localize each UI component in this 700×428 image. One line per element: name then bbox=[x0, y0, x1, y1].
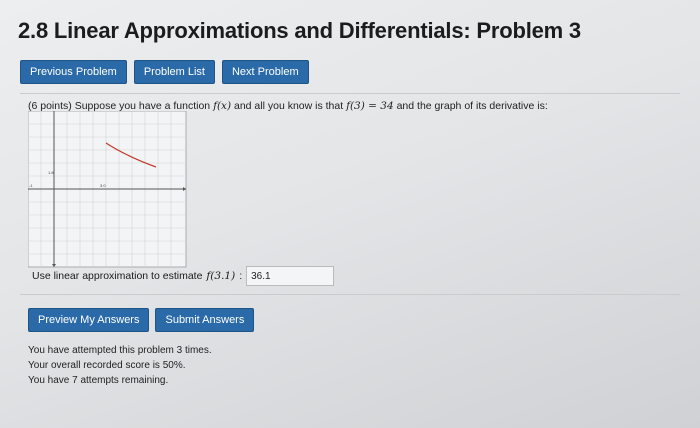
answer-input[interactable] bbox=[246, 266, 335, 286]
page-title: 2.8 Linear Approximations and Differenti… bbox=[18, 18, 581, 43]
previous-problem-button[interactable]: Previous Problem bbox=[20, 60, 127, 84]
derivative-graph: 1.8 3.0 -1 bbox=[28, 111, 187, 268]
statement-text-3: and the graph of its derivative is: bbox=[396, 100, 548, 112]
answer-prompt: Use linear approximation to estimate bbox=[32, 270, 203, 282]
answer-row: Use linear approximation to estimate f(3… bbox=[32, 266, 335, 286]
submit-answers-button[interactable]: Submit Answers bbox=[155, 308, 255, 332]
answer-actions: Preview My Answers Submit Answers bbox=[28, 308, 255, 332]
problem-list-button[interactable]: Problem List bbox=[133, 60, 215, 84]
attempts-used-text: You have attempted this problem 3 times. bbox=[28, 345, 212, 356]
score-text: Your overall recorded score is 50%. bbox=[28, 360, 186, 371]
x-tick-label: 3.0 bbox=[100, 183, 106, 188]
attempt-status: You have attempted this problem 3 times.… bbox=[28, 343, 212, 388]
preview-answers-button[interactable]: Preview My Answers bbox=[28, 308, 150, 332]
problem-navigation: Previous Problem Problem List Next Probl… bbox=[20, 60, 309, 84]
answer-colon: : bbox=[239, 270, 243, 282]
function-value-f3: f(3) = 34 bbox=[346, 100, 394, 112]
statement-text-2: and all you know is that bbox=[234, 100, 344, 112]
problem-panel: (6 points) Suppose you have a function f… bbox=[20, 93, 680, 295]
next-problem-button[interactable]: Next Problem bbox=[221, 60, 309, 84]
answer-function: f(3.1) bbox=[206, 270, 236, 282]
y-tick-label: 1.8 bbox=[48, 170, 54, 175]
function-fx: f(x) bbox=[213, 100, 232, 112]
attempts-remaining-text: You have 7 attempts remaining. bbox=[28, 375, 169, 386]
